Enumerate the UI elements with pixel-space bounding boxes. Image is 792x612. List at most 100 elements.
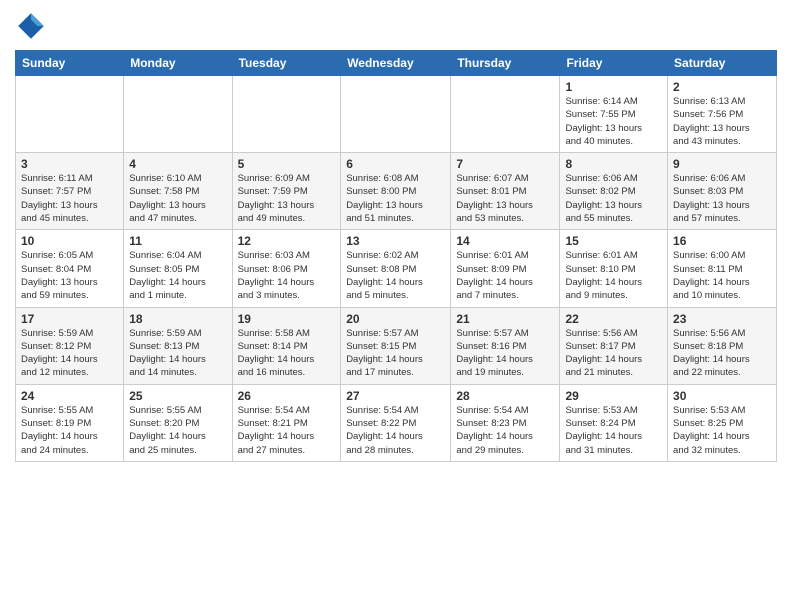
day-info: Sunrise: 6:04 AMSunset: 8:05 PMDaylight:… xyxy=(129,249,226,302)
calendar: SundayMondayTuesdayWednesdayThursdayFrid… xyxy=(15,50,777,462)
day-number: 2 xyxy=(673,80,771,94)
day-info: Sunrise: 6:02 AMSunset: 8:08 PMDaylight:… xyxy=(346,249,445,302)
day-info: Sunrise: 6:06 AMSunset: 8:03 PMDaylight:… xyxy=(673,172,771,225)
week-row-4: 17Sunrise: 5:59 AMSunset: 8:12 PMDayligh… xyxy=(16,307,777,384)
day-number: 28 xyxy=(456,389,554,403)
weekday-header-wednesday: Wednesday xyxy=(341,51,451,76)
day-number: 20 xyxy=(346,312,445,326)
day-cell: 23Sunrise: 5:56 AMSunset: 8:18 PMDayligh… xyxy=(668,307,777,384)
day-info: Sunrise: 5:58 AMSunset: 8:14 PMDaylight:… xyxy=(238,327,336,380)
day-cell: 19Sunrise: 5:58 AMSunset: 8:14 PMDayligh… xyxy=(232,307,341,384)
day-cell: 1Sunrise: 6:14 AMSunset: 7:55 PMDaylight… xyxy=(560,76,668,153)
day-info: Sunrise: 6:10 AMSunset: 7:58 PMDaylight:… xyxy=(129,172,226,225)
page: SundayMondayTuesdayWednesdayThursdayFrid… xyxy=(0,0,792,477)
day-cell: 24Sunrise: 5:55 AMSunset: 8:19 PMDayligh… xyxy=(16,384,124,461)
day-number: 11 xyxy=(129,234,226,248)
day-info: Sunrise: 6:07 AMSunset: 8:01 PMDaylight:… xyxy=(456,172,554,225)
day-number: 30 xyxy=(673,389,771,403)
day-cell: 5Sunrise: 6:09 AMSunset: 7:59 PMDaylight… xyxy=(232,153,341,230)
day-number: 19 xyxy=(238,312,336,326)
day-number: 25 xyxy=(129,389,226,403)
logo xyxy=(15,10,51,42)
day-cell xyxy=(16,76,124,153)
day-number: 7 xyxy=(456,157,554,171)
day-info: Sunrise: 5:53 AMSunset: 8:25 PMDaylight:… xyxy=(673,404,771,457)
day-info: Sunrise: 6:11 AMSunset: 7:57 PMDaylight:… xyxy=(21,172,118,225)
day-info: Sunrise: 6:08 AMSunset: 8:00 PMDaylight:… xyxy=(346,172,445,225)
week-row-1: 1Sunrise: 6:14 AMSunset: 7:55 PMDaylight… xyxy=(16,76,777,153)
day-info: Sunrise: 6:09 AMSunset: 7:59 PMDaylight:… xyxy=(238,172,336,225)
day-number: 23 xyxy=(673,312,771,326)
day-info: Sunrise: 6:14 AMSunset: 7:55 PMDaylight:… xyxy=(565,95,662,148)
day-cell: 7Sunrise: 6:07 AMSunset: 8:01 PMDaylight… xyxy=(451,153,560,230)
day-cell: 9Sunrise: 6:06 AMSunset: 8:03 PMDaylight… xyxy=(668,153,777,230)
weekday-header-saturday: Saturday xyxy=(668,51,777,76)
day-info: Sunrise: 5:54 AMSunset: 8:21 PMDaylight:… xyxy=(238,404,336,457)
day-number: 5 xyxy=(238,157,336,171)
day-cell: 10Sunrise: 6:05 AMSunset: 8:04 PMDayligh… xyxy=(16,230,124,307)
day-info: Sunrise: 6:05 AMSunset: 8:04 PMDaylight:… xyxy=(21,249,118,302)
week-row-3: 10Sunrise: 6:05 AMSunset: 8:04 PMDayligh… xyxy=(16,230,777,307)
day-info: Sunrise: 5:54 AMSunset: 8:22 PMDaylight:… xyxy=(346,404,445,457)
day-number: 8 xyxy=(565,157,662,171)
day-info: Sunrise: 6:01 AMSunset: 8:10 PMDaylight:… xyxy=(565,249,662,302)
day-info: Sunrise: 6:01 AMSunset: 8:09 PMDaylight:… xyxy=(456,249,554,302)
day-info: Sunrise: 5:57 AMSunset: 8:15 PMDaylight:… xyxy=(346,327,445,380)
day-number: 14 xyxy=(456,234,554,248)
day-cell xyxy=(232,76,341,153)
day-number: 3 xyxy=(21,157,118,171)
day-cell: 18Sunrise: 5:59 AMSunset: 8:13 PMDayligh… xyxy=(124,307,232,384)
day-number: 12 xyxy=(238,234,336,248)
day-cell: 15Sunrise: 6:01 AMSunset: 8:10 PMDayligh… xyxy=(560,230,668,307)
day-cell: 13Sunrise: 6:02 AMSunset: 8:08 PMDayligh… xyxy=(341,230,451,307)
day-info: Sunrise: 5:53 AMSunset: 8:24 PMDaylight:… xyxy=(565,404,662,457)
day-cell: 20Sunrise: 5:57 AMSunset: 8:15 PMDayligh… xyxy=(341,307,451,384)
day-cell: 26Sunrise: 5:54 AMSunset: 8:21 PMDayligh… xyxy=(232,384,341,461)
day-number: 27 xyxy=(346,389,445,403)
day-number: 29 xyxy=(565,389,662,403)
day-number: 13 xyxy=(346,234,445,248)
day-cell: 14Sunrise: 6:01 AMSunset: 8:09 PMDayligh… xyxy=(451,230,560,307)
day-info: Sunrise: 6:00 AMSunset: 8:11 PMDaylight:… xyxy=(673,249,771,302)
day-cell: 3Sunrise: 6:11 AMSunset: 7:57 PMDaylight… xyxy=(16,153,124,230)
day-number: 26 xyxy=(238,389,336,403)
day-number: 10 xyxy=(21,234,118,248)
day-info: Sunrise: 5:56 AMSunset: 8:17 PMDaylight:… xyxy=(565,327,662,380)
day-cell: 28Sunrise: 5:54 AMSunset: 8:23 PMDayligh… xyxy=(451,384,560,461)
weekday-header-sunday: Sunday xyxy=(16,51,124,76)
day-cell: 8Sunrise: 6:06 AMSunset: 8:02 PMDaylight… xyxy=(560,153,668,230)
day-number: 21 xyxy=(456,312,554,326)
header xyxy=(15,10,777,42)
day-cell: 25Sunrise: 5:55 AMSunset: 8:20 PMDayligh… xyxy=(124,384,232,461)
week-row-5: 24Sunrise: 5:55 AMSunset: 8:19 PMDayligh… xyxy=(16,384,777,461)
day-cell: 12Sunrise: 6:03 AMSunset: 8:06 PMDayligh… xyxy=(232,230,341,307)
day-cell: 16Sunrise: 6:00 AMSunset: 8:11 PMDayligh… xyxy=(668,230,777,307)
day-number: 15 xyxy=(565,234,662,248)
day-cell: 11Sunrise: 6:04 AMSunset: 8:05 PMDayligh… xyxy=(124,230,232,307)
day-number: 22 xyxy=(565,312,662,326)
day-number: 1 xyxy=(565,80,662,94)
day-cell: 6Sunrise: 6:08 AMSunset: 8:00 PMDaylight… xyxy=(341,153,451,230)
day-info: Sunrise: 5:56 AMSunset: 8:18 PMDaylight:… xyxy=(673,327,771,380)
weekday-header-row: SundayMondayTuesdayWednesdayThursdayFrid… xyxy=(16,51,777,76)
day-cell xyxy=(451,76,560,153)
day-cell: 27Sunrise: 5:54 AMSunset: 8:22 PMDayligh… xyxy=(341,384,451,461)
day-cell: 2Sunrise: 6:13 AMSunset: 7:56 PMDaylight… xyxy=(668,76,777,153)
day-cell: 29Sunrise: 5:53 AMSunset: 8:24 PMDayligh… xyxy=(560,384,668,461)
day-cell: 30Sunrise: 5:53 AMSunset: 8:25 PMDayligh… xyxy=(668,384,777,461)
day-info: Sunrise: 5:54 AMSunset: 8:23 PMDaylight:… xyxy=(456,404,554,457)
day-number: 9 xyxy=(673,157,771,171)
weekday-header-monday: Monday xyxy=(124,51,232,76)
day-number: 6 xyxy=(346,157,445,171)
day-info: Sunrise: 6:13 AMSunset: 7:56 PMDaylight:… xyxy=(673,95,771,148)
day-number: 18 xyxy=(129,312,226,326)
day-cell: 17Sunrise: 5:59 AMSunset: 8:12 PMDayligh… xyxy=(16,307,124,384)
day-cell xyxy=(124,76,232,153)
day-info: Sunrise: 6:03 AMSunset: 8:06 PMDaylight:… xyxy=(238,249,336,302)
day-info: Sunrise: 6:06 AMSunset: 8:02 PMDaylight:… xyxy=(565,172,662,225)
day-cell: 22Sunrise: 5:56 AMSunset: 8:17 PMDayligh… xyxy=(560,307,668,384)
day-cell: 21Sunrise: 5:57 AMSunset: 8:16 PMDayligh… xyxy=(451,307,560,384)
day-number: 16 xyxy=(673,234,771,248)
logo-icon xyxy=(15,10,47,42)
day-info: Sunrise: 5:55 AMSunset: 8:20 PMDaylight:… xyxy=(129,404,226,457)
